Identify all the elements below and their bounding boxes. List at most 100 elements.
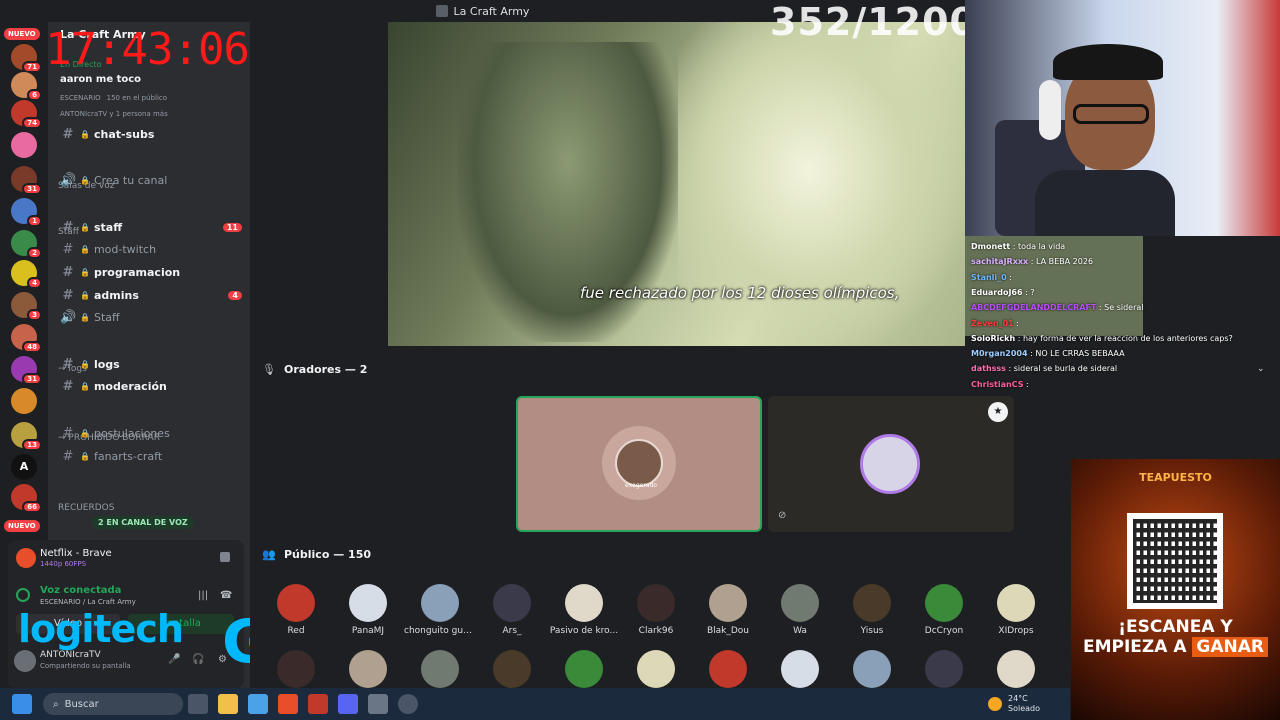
audience-member[interactable]: [692, 650, 764, 688]
voice-status[interactable]: Voz conectada: [40, 585, 121, 596]
chat-username: ChristianCS: [971, 379, 1024, 389]
audience-member[interactable]: [980, 650, 1052, 688]
video-subtitle: fue rechazado por los 12 dioses olímpico…: [580, 284, 900, 302]
server-icon[interactable]: 6: [11, 72, 42, 101]
chat-message: ChristianCS :: [971, 379, 1029, 389]
server-icon[interactable]: 74: [11, 100, 42, 129]
server-icon[interactable]: 71: [11, 44, 42, 73]
channel-item[interactable]: # 🔒 programacion: [56, 262, 242, 282]
chevron-down-icon[interactable]: ⌄: [1257, 364, 1265, 374]
people-icon: 👥: [262, 548, 276, 561]
audience-member[interactable]: [404, 650, 476, 688]
discord-icon[interactable]: [338, 694, 358, 714]
audience-name: PanaMJ: [351, 626, 385, 636]
brave-icon[interactable]: [278, 694, 298, 714]
audience-member[interactable]: Yisus: [836, 584, 908, 636]
audience-member[interactable]: [908, 650, 980, 688]
audience-member[interactable]: [620, 650, 692, 688]
search-icon: ⌕: [53, 698, 59, 710]
server-icon[interactable]: 31: [11, 356, 42, 385]
channel-item[interactable]: # 🔒 postulaciones: [56, 423, 242, 443]
server-icon[interactable]: 1: [11, 198, 42, 227]
app-icon[interactable]: [308, 694, 328, 714]
server-icon[interactable]: 4: [11, 260, 42, 289]
store-icon[interactable]: [248, 694, 268, 714]
hash-icon: #: [62, 287, 74, 303]
ad-highlight: GANAR: [1192, 637, 1268, 657]
audience-member[interactable]: [764, 650, 836, 688]
windows-start-icon[interactable]: [12, 694, 32, 714]
close-icon[interactable]: [220, 552, 230, 562]
new-badge: NUEVO: [4, 520, 40, 532]
channel-item[interactable]: # 🔒 mod-twitch: [56, 240, 242, 260]
disconnect-icon[interactable]: ☎: [220, 590, 232, 601]
channel-item[interactable]: 🔊 🔒 Crea tu canal: [56, 171, 242, 191]
channel-item[interactable]: # 🔒 moderación: [56, 377, 242, 397]
audience-member[interactable]: Pasivo de kro...: [548, 584, 620, 636]
channel-item[interactable]: # 🔒 staff 11: [56, 217, 242, 237]
settings-icon[interactable]: [368, 694, 388, 714]
hash-icon: #: [62, 356, 74, 372]
audience-member[interactable]: [332, 650, 404, 688]
speaker-tile[interactable]: ★ ⊘: [768, 396, 1014, 532]
hash-icon: #: [62, 126, 74, 142]
channel-category[interactable]: RECUERDOS: [58, 503, 114, 513]
audience-member[interactable]: chonguito gue...: [404, 584, 476, 636]
weather-widget[interactable]: 24°C Soleado: [988, 694, 1040, 713]
mic-icon: 🎙: [262, 363, 276, 376]
explorer-icon[interactable]: [218, 694, 238, 714]
server-icon[interactable]: 31: [11, 166, 42, 195]
chat-message: Dmonett : toda la vida: [971, 242, 1066, 251]
signal-icon: [16, 588, 30, 602]
chat-text: ?: [1030, 287, 1035, 297]
server-icon[interactable]: 3: [11, 292, 42, 321]
audience-member[interactable]: Red: [260, 584, 332, 636]
avatar: [709, 650, 747, 688]
server-icon[interactable]: A: [11, 454, 37, 480]
star-icon: ★: [988, 402, 1008, 422]
app-icon[interactable]: [398, 694, 418, 714]
avatar: [781, 584, 819, 622]
headphones-icon[interactable]: 🎧: [192, 654, 204, 665]
avatar: [997, 650, 1035, 688]
server-icon[interactable]: 66: [11, 484, 42, 513]
taskview-icon[interactable]: [188, 694, 208, 714]
server-icon[interactable]: 48: [11, 324, 42, 353]
audience-member[interactable]: [476, 650, 548, 688]
chat-username: Zeven_01: [971, 318, 1014, 328]
speaker-icon: 🔊: [60, 173, 77, 189]
stream-title[interactable]: aaron me toco: [60, 74, 141, 85]
stage-view: 🎙 Oradores — 2 exagerado ★ ⊘ 👥 Público —…: [250, 346, 1070, 688]
speaker-tile[interactable]: exagerado: [516, 396, 762, 532]
channel-item[interactable]: # 🔒 admins 4: [56, 285, 242, 305]
voice-channel-pill[interactable]: 2 EN CANAL DE VOZ: [92, 516, 194, 529]
avatar: [709, 584, 747, 622]
audience-member[interactable]: [260, 650, 332, 688]
channel-item[interactable]: # 🔒 chat-subs: [56, 124, 242, 144]
avatar: [925, 650, 963, 688]
search-input[interactable]: ⌕ Buscar: [43, 693, 183, 715]
channel-item[interactable]: # 🔒 logs: [56, 354, 242, 374]
avatar: [349, 584, 387, 622]
ad-line2: EMPIEZA A: [1082, 637, 1187, 657]
noise-icon[interactable]: |||: [198, 590, 208, 601]
audience-member[interactable]: [836, 650, 908, 688]
audience-member[interactable]: [548, 650, 620, 688]
channel-item[interactable]: 🔊 🔒 Staff: [56, 308, 242, 328]
server-icon[interactable]: 2: [11, 230, 42, 259]
channel-item[interactable]: # 🔒 fanarts-craft: [56, 446, 242, 466]
audience-member[interactable]: PanaMJ: [332, 584, 404, 636]
audience-member[interactable]: XIDrops: [980, 584, 1052, 636]
mic-icon[interactable]: 🎤: [168, 654, 180, 665]
voice-location[interactable]: ESCENARIO / La Craft Army: [40, 598, 136, 606]
server-icon[interactable]: [11, 132, 37, 158]
server-icon[interactable]: 13: [11, 422, 42, 451]
audience-member[interactable]: Ars_: [476, 584, 548, 636]
server-icon[interactable]: [11, 388, 37, 414]
lock-icon: 🔒: [80, 313, 90, 323]
audience-member[interactable]: DcCryon: [908, 584, 980, 636]
avatar[interactable]: [14, 650, 36, 672]
audience-member[interactable]: Wa: [764, 584, 836, 636]
audience-member[interactable]: Blak_Dou: [692, 584, 764, 636]
audience-member[interactable]: Clark96: [620, 584, 692, 636]
